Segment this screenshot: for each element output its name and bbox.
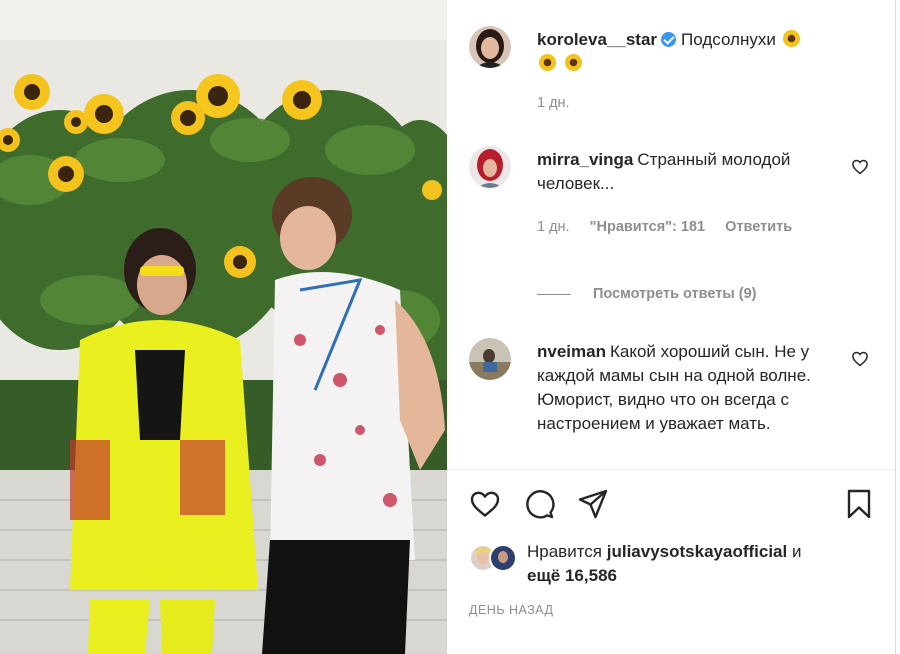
bookmark-icon[interactable] xyxy=(843,488,875,520)
comment-item: nveiman Какой хороший сын. Не у каждой ма… xyxy=(469,338,869,468)
sunflower-emoji-icon xyxy=(538,53,557,72)
comment-likes-count[interactable]: "Нравится": 181 xyxy=(590,219,705,235)
author-username[interactable]: koroleva__star xyxy=(537,30,657,49)
caption-time: 1 дн. xyxy=(537,95,570,111)
comment-icon[interactable] xyxy=(523,488,555,520)
share-icon[interactable] xyxy=(577,488,609,520)
comment-item: mirra_vinga Странный молодой человек... 1… xyxy=(469,146,869,246)
author-avatar[interactable] xyxy=(469,26,511,68)
view-replies-label: Посмотреть ответы (9) xyxy=(593,286,757,302)
comment-username[interactable]: mirra_vinga xyxy=(537,150,633,169)
reply-button[interactable]: Ответить xyxy=(725,219,792,235)
comment-username[interactable]: nveiman xyxy=(537,342,606,361)
action-bar xyxy=(469,488,879,522)
commenter-avatar[interactable] xyxy=(469,146,511,188)
comment-like-heart-icon[interactable] xyxy=(851,350,869,368)
view-replies-button[interactable]: Посмотреть ответы (9) xyxy=(537,286,757,302)
heart-icon[interactable] xyxy=(469,488,501,520)
replies-divider-line xyxy=(537,293,571,295)
post-caption: koroleva__star Подсолнухи 1 дн. xyxy=(469,26,869,116)
sunflower-emoji-icon xyxy=(564,53,582,72)
likes-prefix: Нравится xyxy=(527,542,603,561)
sunflower-emoji-icon xyxy=(782,29,800,48)
comments-list[interactable]: koroleva__star Подсолнухи 1 дн. mirra_vin… xyxy=(447,0,895,470)
likers-avatars[interactable] xyxy=(469,543,521,573)
post-photo xyxy=(0,0,447,654)
commenter-avatar[interactable] xyxy=(469,338,511,380)
caption-text: Подсолнухи xyxy=(681,30,776,49)
post-timestamp[interactable]: ДЕНЬ НАЗАД xyxy=(469,603,554,617)
verified-badge-icon xyxy=(661,32,677,47)
likes-conj: и xyxy=(791,542,802,561)
comment-like-heart-icon[interactable] xyxy=(851,158,869,176)
comment-time: 1 дн. xyxy=(537,219,570,235)
liker-username[interactable]: juliavysotskayaofficial xyxy=(607,542,787,561)
post-media[interactable] xyxy=(0,0,447,654)
likes-count[interactable]: ещё 16,586 xyxy=(527,566,617,585)
section-divider xyxy=(447,469,895,470)
post-details-panel: koroleva__star Подсолнухи 1 дн. mirra_vin… xyxy=(447,0,896,654)
